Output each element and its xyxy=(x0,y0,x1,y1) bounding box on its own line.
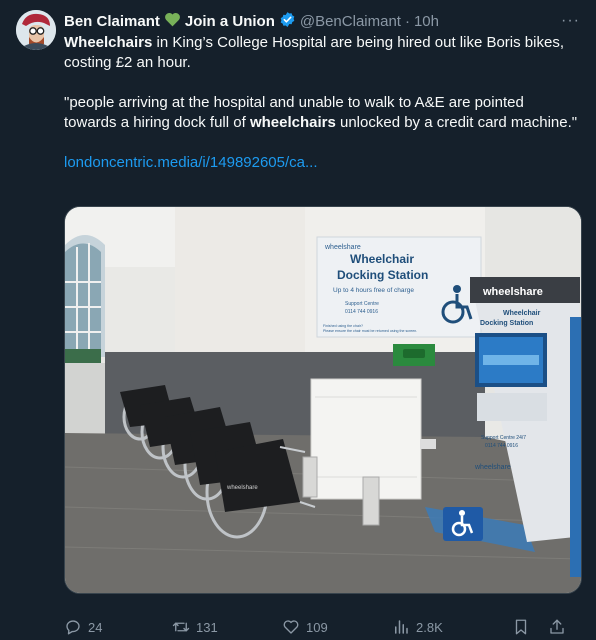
keyword-wheelchairs: Wheelchairs xyxy=(64,34,153,51)
poster-phone: 0114 744 0916 xyxy=(345,309,378,315)
tweet-photo[interactable]: wheelshare Wheelchair Docking Station Up… xyxy=(64,206,582,594)
poster-brand: wheelshare xyxy=(324,244,361,251)
kiosk-title-1: Wheelchair xyxy=(503,310,541,317)
keyword-wheelchairs-2: wheelchairs xyxy=(249,114,336,131)
more-options-icon[interactable]: ··· xyxy=(561,12,580,30)
repost-icon xyxy=(172,622,190,632)
article-link[interactable]: londoncentric.media/i/149892605/ca... xyxy=(64,154,318,171)
avatar[interactable] xyxy=(16,10,56,50)
verified-badge-icon[interactable] xyxy=(279,11,296,32)
share-button[interactable] xyxy=(548,618,578,636)
tweet-text: Wheelchairs in King’s College Hospital a… xyxy=(64,33,580,173)
heart-icon xyxy=(283,620,299,634)
poster-subtitle: Up to 4 hours free of charge xyxy=(333,287,414,294)
kiosk-support-2: 0114 744 0916 xyxy=(485,443,518,449)
like-button[interactable]: 109 xyxy=(282,618,392,636)
repost-count: 131 xyxy=(196,619,218,635)
views-chart-icon xyxy=(395,620,408,634)
poster-support: Support Centre xyxy=(345,301,379,307)
reply-button[interactable]: 24 xyxy=(64,618,172,636)
reply-icon xyxy=(66,620,80,635)
bookmark-button[interactable] xyxy=(512,618,548,636)
kiosk-title-2: Docking Station xyxy=(480,320,533,327)
author-union-text[interactable]: Join a Union xyxy=(185,13,275,30)
views-count: 2.8K xyxy=(416,619,443,635)
tweet-paragraph-2: "people arriving at the hospital and una… xyxy=(64,93,580,133)
separator-dot: · xyxy=(404,12,410,30)
chair-brand: wheelshare xyxy=(226,485,258,491)
author-handle[interactable]: @BenClaimant xyxy=(300,13,401,30)
kiosk-brand: wheelshare xyxy=(482,286,543,298)
tweet-paragraph-1: Wheelchairs in King’s College Hospital a… xyxy=(64,33,580,73)
tweet-actions-bar: 24 131 109 2.8K xyxy=(64,610,582,640)
reply-count: 24 xyxy=(88,619,103,635)
quote-end: unlocked by a credit card machine." xyxy=(335,114,578,131)
poster-title-1: Wheelchair xyxy=(350,252,414,266)
wheelchair-dock-photo: wheelshare Wheelchair Docking Station Up… xyxy=(65,207,581,593)
share-icon xyxy=(550,619,564,634)
tweet-content: Ben Claimant Join a Union @BenClaimant ·… xyxy=(64,10,582,635)
kiosk-support-1: Support Centre 24/7 xyxy=(481,435,526,441)
tweet-timestamp[interactable]: 10h xyxy=(414,13,439,30)
views-button[interactable]: 2.8K xyxy=(392,618,512,636)
like-count: 109 xyxy=(306,619,328,635)
poster-footer-2: Please ensure the chair must be returned… xyxy=(323,329,417,333)
kiosk-brand-small: wheelshare xyxy=(474,464,511,471)
tweet-header: Ben Claimant Join a Union @BenClaimant ·… xyxy=(64,10,580,32)
poster-footer-1: Finished using the chair? xyxy=(323,324,363,328)
repost-button[interactable]: 131 xyxy=(172,618,282,636)
bookmark-icon xyxy=(515,619,527,635)
avatar-illustration xyxy=(16,10,56,50)
author-name[interactable]: Ben Claimant xyxy=(64,13,160,30)
green-heart-icon xyxy=(164,12,181,31)
tweet[interactable]: Ben Claimant Join a Union @BenClaimant ·… xyxy=(0,0,596,640)
poster-title-2: Docking Station xyxy=(337,268,428,282)
